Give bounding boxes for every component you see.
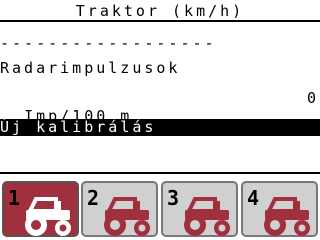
imp-value: 0 — [306, 89, 316, 107]
title-divider — [0, 20, 320, 22]
tractor-icon — [25, 197, 71, 236]
tractor-icon — [184, 197, 230, 236]
tractor-icon — [104, 197, 150, 236]
separator-line: ------------------ — [0, 34, 217, 52]
page-title: Traktor (km/h) — [75, 2, 245, 20]
tractor-icon — [264, 197, 310, 236]
tractor-tab-3[interactable]: 3 — [161, 181, 238, 237]
menu-item-radar-pulses[interactable]: Radarimpulzusok — [0, 59, 180, 77]
menu-item-imp-per-100m[interactable]: Imp/100 m — [0, 89, 320, 125]
softkey-divider — [0, 172, 320, 174]
menu-item-new-calibration[interactable]: Új kalibrálás — [0, 119, 320, 136]
tractor-tab-4[interactable]: 4 — [241, 181, 318, 237]
softkey-bar: 1 2 3 4 — [0, 178, 320, 240]
tractor-tab-2[interactable]: 2 — [81, 181, 158, 237]
tractor-tab-1[interactable]: 1 — [2, 181, 79, 237]
